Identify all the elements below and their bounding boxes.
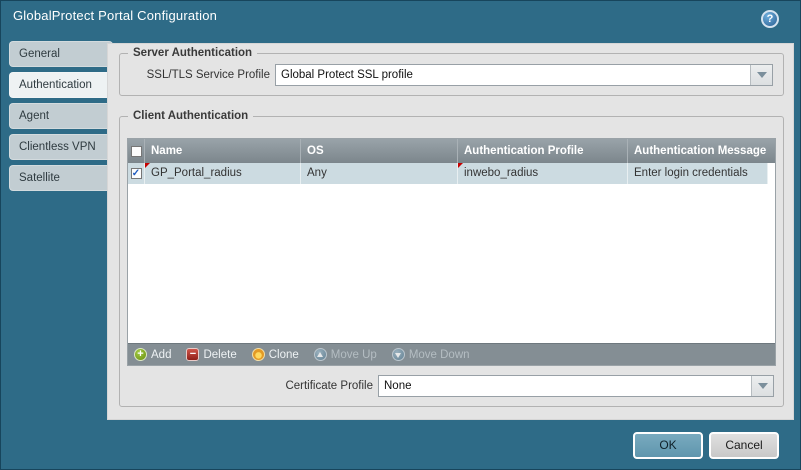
certificate-profile-select[interactable]: None: [378, 375, 774, 397]
add-button[interactable]: + Add: [134, 348, 171, 361]
row-auth-profile-cell[interactable]: inwebo_radius: [458, 163, 628, 184]
certificate-profile-dropdown-button[interactable]: [751, 376, 773, 396]
server-authentication-section: Server Authentication SSL/TLS Service Pr…: [119, 47, 784, 96]
client-authentication-legend: Client Authentication: [128, 110, 253, 122]
dropdown-arrow-icon: [758, 383, 768, 389]
cancel-button[interactable]: Cancel: [709, 432, 779, 459]
add-button-label: Add: [151, 349, 171, 361]
row-checkbox-cell: ✓: [128, 163, 145, 184]
move-up-icon: [314, 348, 327, 361]
ssl-tls-profile-label: SSL/TLS Service Profile: [130, 69, 270, 81]
delete-icon: −: [186, 348, 199, 361]
tab-general[interactable]: General: [9, 41, 113, 67]
globalprotect-portal-dialog: GlobalProtect Portal Configuration ? Gen…: [0, 0, 801, 470]
dropdown-arrow-icon: [757, 72, 767, 78]
clone-icon: [252, 348, 265, 361]
move-down-button-label: Move Down: [409, 349, 470, 361]
column-header-auth-message[interactable]: Authentication Message: [628, 139, 775, 163]
ssl-tls-profile-value: Global Protect SSL profile: [276, 65, 750, 85]
row-os-cell[interactable]: Any: [301, 163, 458, 184]
tab-satellite[interactable]: Satellite: [9, 165, 113, 191]
column-header-os[interactable]: OS: [301, 139, 458, 163]
certificate-profile-label: Certificate Profile: [130, 380, 373, 392]
ssl-tls-profile-dropdown-button[interactable]: [750, 65, 772, 85]
move-up-button-label: Move Up: [331, 349, 377, 361]
column-header-auth-profile[interactable]: Authentication Profile: [458, 139, 628, 163]
move-down-button[interactable]: Move Down: [392, 348, 470, 361]
client-authentication-section: Client Authentication Name OS Authentica…: [119, 110, 784, 407]
table-body: ✓ GP_Portal_radius Any inwebo_radius Ent…: [128, 163, 775, 343]
help-icon[interactable]: ?: [761, 10, 779, 28]
clone-button-label: Clone: [269, 349, 299, 361]
tab-agent[interactable]: Agent: [9, 103, 113, 129]
server-authentication-legend: Server Authentication: [128, 47, 257, 59]
certificate-profile-row: Certificate Profile None: [130, 375, 774, 397]
delete-button[interactable]: − Delete: [186, 348, 236, 361]
ok-button[interactable]: OK: [633, 432, 703, 459]
clone-button[interactable]: Clone: [252, 348, 299, 361]
row-name-cell[interactable]: GP_Portal_radius: [145, 163, 301, 184]
table-row[interactable]: ✓ GP_Portal_radius Any inwebo_radius Ent…: [128, 163, 768, 184]
row-auth-message-cell[interactable]: Enter login credentials: [628, 163, 768, 184]
move-down-icon: [392, 348, 405, 361]
table-toolbar: + Add − Delete Clone Move Up: [128, 343, 775, 365]
table-header-row: Name OS Authentication Profile Authentic…: [128, 139, 775, 163]
sidebar-tabs: General Authentication Agent Clientless …: [9, 41, 113, 191]
select-all-header-cell: [128, 139, 145, 163]
certificate-profile-value: None: [379, 376, 751, 396]
select-all-checkbox[interactable]: [131, 146, 142, 157]
ssl-tls-profile-select[interactable]: Global Protect SSL profile: [275, 64, 773, 86]
row-checkbox[interactable]: ✓: [131, 168, 142, 179]
content-panel: Server Authentication SSL/TLS Service Pr…: [107, 43, 794, 420]
add-icon: +: [134, 348, 147, 361]
column-header-name[interactable]: Name: [145, 139, 301, 163]
tab-clientless-vpn[interactable]: Clientless VPN: [9, 134, 113, 160]
move-up-button[interactable]: Move Up: [314, 348, 377, 361]
dialog-title: GlobalProtect Portal Configuration: [13, 8, 217, 23]
client-auth-table: Name OS Authentication Profile Authentic…: [127, 138, 776, 366]
delete-button-label: Delete: [203, 349, 236, 361]
tab-authentication[interactable]: Authentication: [9, 72, 113, 98]
